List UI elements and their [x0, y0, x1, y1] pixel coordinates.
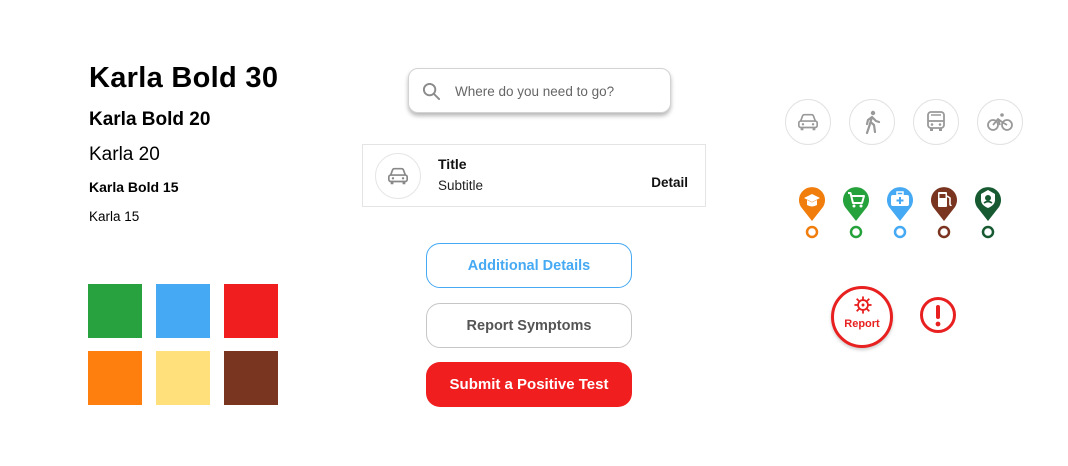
additional-details-button[interactable]: Additional Details: [426, 243, 632, 288]
report-symptoms-button[interactable]: Report Symptoms: [426, 303, 632, 348]
list-item-avatar: [375, 153, 421, 199]
list-item-subtitle: Subtitle: [438, 178, 484, 193]
typography-karla-bold-30: Karla Bold 30: [89, 62, 279, 94]
bus-icon: [927, 111, 945, 131]
mode-bus-button[interactable]: [913, 99, 959, 145]
typography-karla-bold-20: Karla Bold 20: [89, 109, 211, 130]
search-icon: [422, 82, 441, 101]
medical-bag-icon: [887, 187, 913, 239]
pin-medical[interactable]: [885, 185, 915, 241]
mode-car-button[interactable]: [785, 99, 831, 145]
list-item-title: Title: [438, 156, 467, 172]
typography-karla-20: Karla 20: [89, 144, 160, 165]
pin-school[interactable]: [797, 185, 827, 241]
list-item-card[interactable]: Title Subtitle Detail: [362, 144, 706, 207]
walk-icon: [865, 110, 881, 134]
pin-fuel[interactable]: [929, 185, 959, 241]
car-icon: [388, 167, 408, 185]
bike-icon: [987, 113, 1013, 131]
list-item-detail: Detail: [651, 175, 688, 190]
search-bar[interactable]: [408, 68, 671, 113]
swatch-brown: [224, 351, 278, 405]
graduation-cap-icon: [799, 187, 825, 239]
typography-karla-15: Karla 15: [89, 209, 140, 224]
report-button[interactable]: Report: [831, 286, 893, 348]
swatch-green: [88, 284, 142, 338]
virus-icon: [854, 296, 872, 314]
submit-positive-test-button[interactable]: Submit a Positive Test: [426, 362, 632, 407]
fuel-pump-icon: [931, 187, 957, 239]
swatch-yellow: [156, 351, 210, 405]
swatch-red: [224, 284, 278, 338]
report-label: Report: [844, 318, 880, 330]
plant-icon: [975, 187, 1001, 239]
pin-park[interactable]: [973, 185, 1003, 241]
mode-bike-button[interactable]: [977, 99, 1023, 145]
pin-grocery[interactable]: [841, 185, 871, 241]
search-input[interactable]: [455, 79, 660, 103]
swatch-blue: [156, 284, 210, 338]
swatch-orange: [88, 351, 142, 405]
mode-walk-button[interactable]: [849, 99, 895, 145]
typography-karla-bold-15: Karla Bold 15: [89, 179, 179, 195]
alert-icon[interactable]: [919, 296, 957, 334]
shopping-cart-icon: [843, 187, 869, 239]
car-icon: [798, 113, 818, 131]
